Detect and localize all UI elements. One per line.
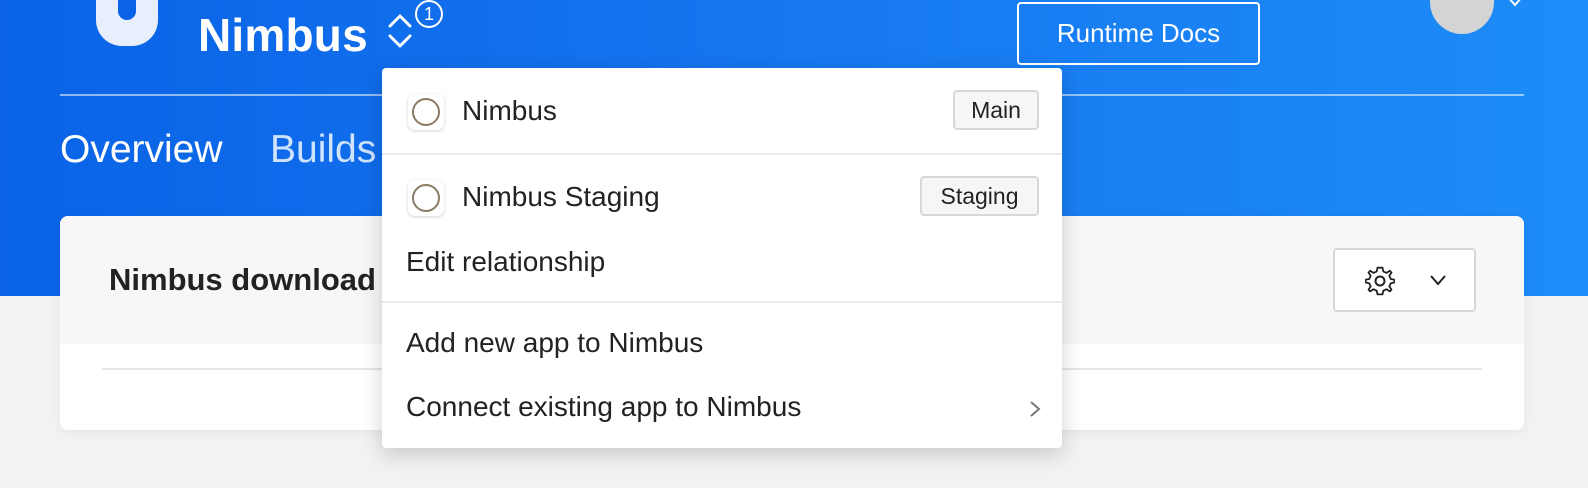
add-new-app-item[interactable]: Add new app to Nimbus (406, 327, 703, 359)
dropdown-divider (382, 153, 1062, 155)
connect-existing-app-item[interactable]: Connect existing app to Nimbus (406, 391, 801, 423)
chevron-right-icon (1030, 401, 1041, 417)
app-switcher-dropdown: Nimbus Main Nimbus Staging Staging Edit … (382, 68, 1062, 448)
tab-overview[interactable]: Overview (60, 128, 223, 172)
gear-icon (1365, 266, 1395, 296)
dropdown-divider (382, 301, 1062, 303)
app-logo-icon[interactable] (96, 0, 158, 46)
app-name-label: Nimbus (462, 95, 557, 126)
notification-badge: 1 (415, 0, 443, 28)
card-title: Nimbus download (109, 262, 376, 297)
runtime-docs-button[interactable]: Runtime Docs (1017, 2, 1260, 65)
chevron-down-icon[interactable] (1506, 0, 1524, 10)
tab-builds[interactable]: Builds (270, 128, 376, 172)
app-name-label: Nimbus Staging (462, 181, 660, 212)
radio-icon[interactable] (408, 180, 444, 216)
settings-menu-button[interactable] (1333, 248, 1476, 312)
switcher-chevrons-icon[interactable] (386, 12, 414, 50)
chevron-down-icon (1430, 275, 1446, 286)
app-title[interactable]: Nimbus (198, 8, 368, 62)
dropdown-app-nimbus-staging[interactable]: Nimbus Staging Staging (382, 176, 1062, 220)
env-tag-main: Main (953, 90, 1039, 130)
radio-icon[interactable] (408, 94, 444, 130)
edit-relationship-item[interactable]: Edit relationship (406, 246, 605, 278)
env-tag-staging: Staging (920, 176, 1039, 216)
dropdown-app-nimbus[interactable]: Nimbus Main (382, 90, 1062, 134)
